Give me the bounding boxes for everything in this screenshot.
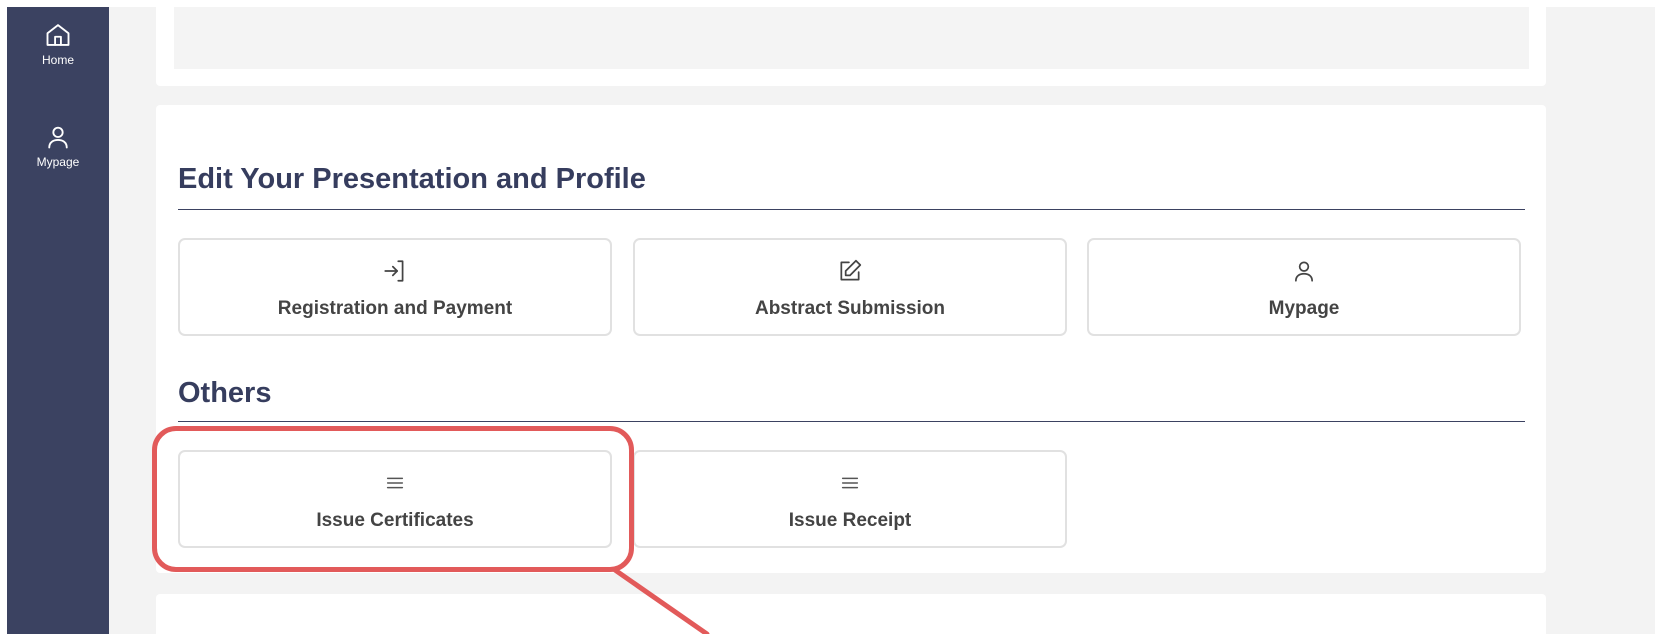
card-label: Mypage: [1268, 298, 1340, 319]
user-icon: [44, 123, 72, 151]
registration-and-payment-button[interactable]: Registration and Payment: [178, 238, 612, 336]
page: Home Mypage Edit Your Presentation and P…: [7, 7, 1655, 634]
section-divider: [178, 421, 1525, 422]
main-panel: Edit Your Presentation and Profile Regis…: [156, 105, 1546, 573]
sidebar-item-mypage[interactable]: Mypage: [7, 123, 109, 169]
top-panel: [156, 7, 1546, 86]
edit-icon: [837, 258, 863, 284]
abstract-submission-button[interactable]: Abstract Submission: [633, 238, 1067, 336]
user-icon: [1291, 258, 1317, 284]
section-title-edit-presentation: Edit Your Presentation and Profile: [178, 163, 646, 195]
sidebar-item-label: Home: [41, 53, 74, 67]
sidebar-item-label: Mypage: [36, 155, 80, 169]
menu-lines-icon: [839, 470, 861, 496]
bottom-panel: [156, 594, 1546, 634]
section-divider: [178, 209, 1525, 210]
home-icon: [44, 21, 72, 49]
sidebar-item-home[interactable]: Home: [7, 21, 109, 67]
sidebar: Home Mypage: [7, 7, 109, 634]
issue-receipt-button[interactable]: Issue Receipt: [633, 450, 1067, 548]
card-label: Abstract Submission: [754, 298, 946, 319]
card-label: Issue Certificates: [316, 510, 474, 531]
card-label: Registration and Payment: [277, 298, 513, 319]
menu-lines-icon: [384, 470, 406, 496]
top-panel-content: [174, 7, 1529, 69]
issue-certificates-button[interactable]: Issue Certificates: [178, 450, 612, 548]
section-title-others: Others: [178, 377, 272, 409]
card-label: Issue Receipt: [788, 510, 912, 531]
mypage-button[interactable]: Mypage: [1087, 238, 1521, 336]
login-arrow-icon: [382, 258, 408, 284]
